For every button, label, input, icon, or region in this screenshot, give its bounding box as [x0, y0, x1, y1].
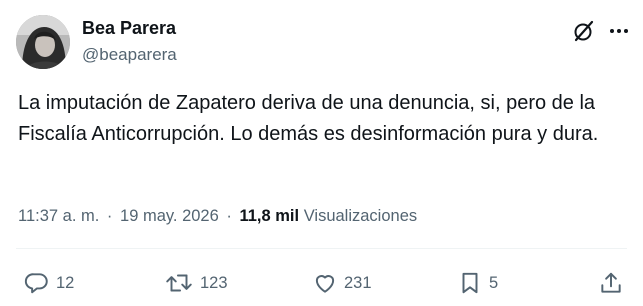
display-name[interactable]: Bea Parera — [82, 17, 176, 39]
share-icon — [601, 272, 621, 293]
bookmark-button[interactable]: 5 — [457, 269, 498, 297]
tweet-time[interactable]: 11:37 a. m. — [18, 207, 99, 225]
bookmark-icon — [462, 272, 478, 294]
share-button[interactable] — [598, 269, 624, 297]
tweet-text: La imputación de Zapatero deriva de una … — [18, 92, 599, 145]
meta-separator: · — [226, 207, 232, 225]
divider — [16, 248, 627, 249]
username-handle[interactable]: @beaparera — [82, 44, 177, 66]
reply-count: 12 — [56, 274, 75, 292]
like-count: 231 — [344, 274, 372, 292]
repost-icon — [166, 274, 192, 292]
like-icon — [315, 275, 335, 293]
like-button[interactable]: 231 — [312, 269, 372, 297]
reply-icon — [24, 273, 48, 294]
more-options-icon[interactable] — [607, 19, 631, 43]
avatar[interactable] — [16, 15, 70, 69]
repost-count: 123 — [200, 274, 228, 292]
views-label[interactable]: Visualizaciones — [304, 207, 417, 225]
meta-separator: · — [106, 207, 113, 225]
grok-icon[interactable] — [572, 19, 596, 43]
tweet-date[interactable]: 19 may. 2026 — [120, 207, 219, 225]
reply-button[interactable]: 12 — [24, 269, 74, 297]
repost-button[interactable]: 123 — [164, 269, 228, 297]
bookmark-count: 5 — [489, 274, 499, 292]
tweet-meta: 11:37 a. m. · 19 may. 2026 · 11,8 mil Vi… — [18, 205, 417, 227]
views-count[interactable]: 11,8 mil — [239, 207, 299, 225]
tweet-card: Bea Parera @beaparera La imputación de Z… — [0, 0, 643, 306]
